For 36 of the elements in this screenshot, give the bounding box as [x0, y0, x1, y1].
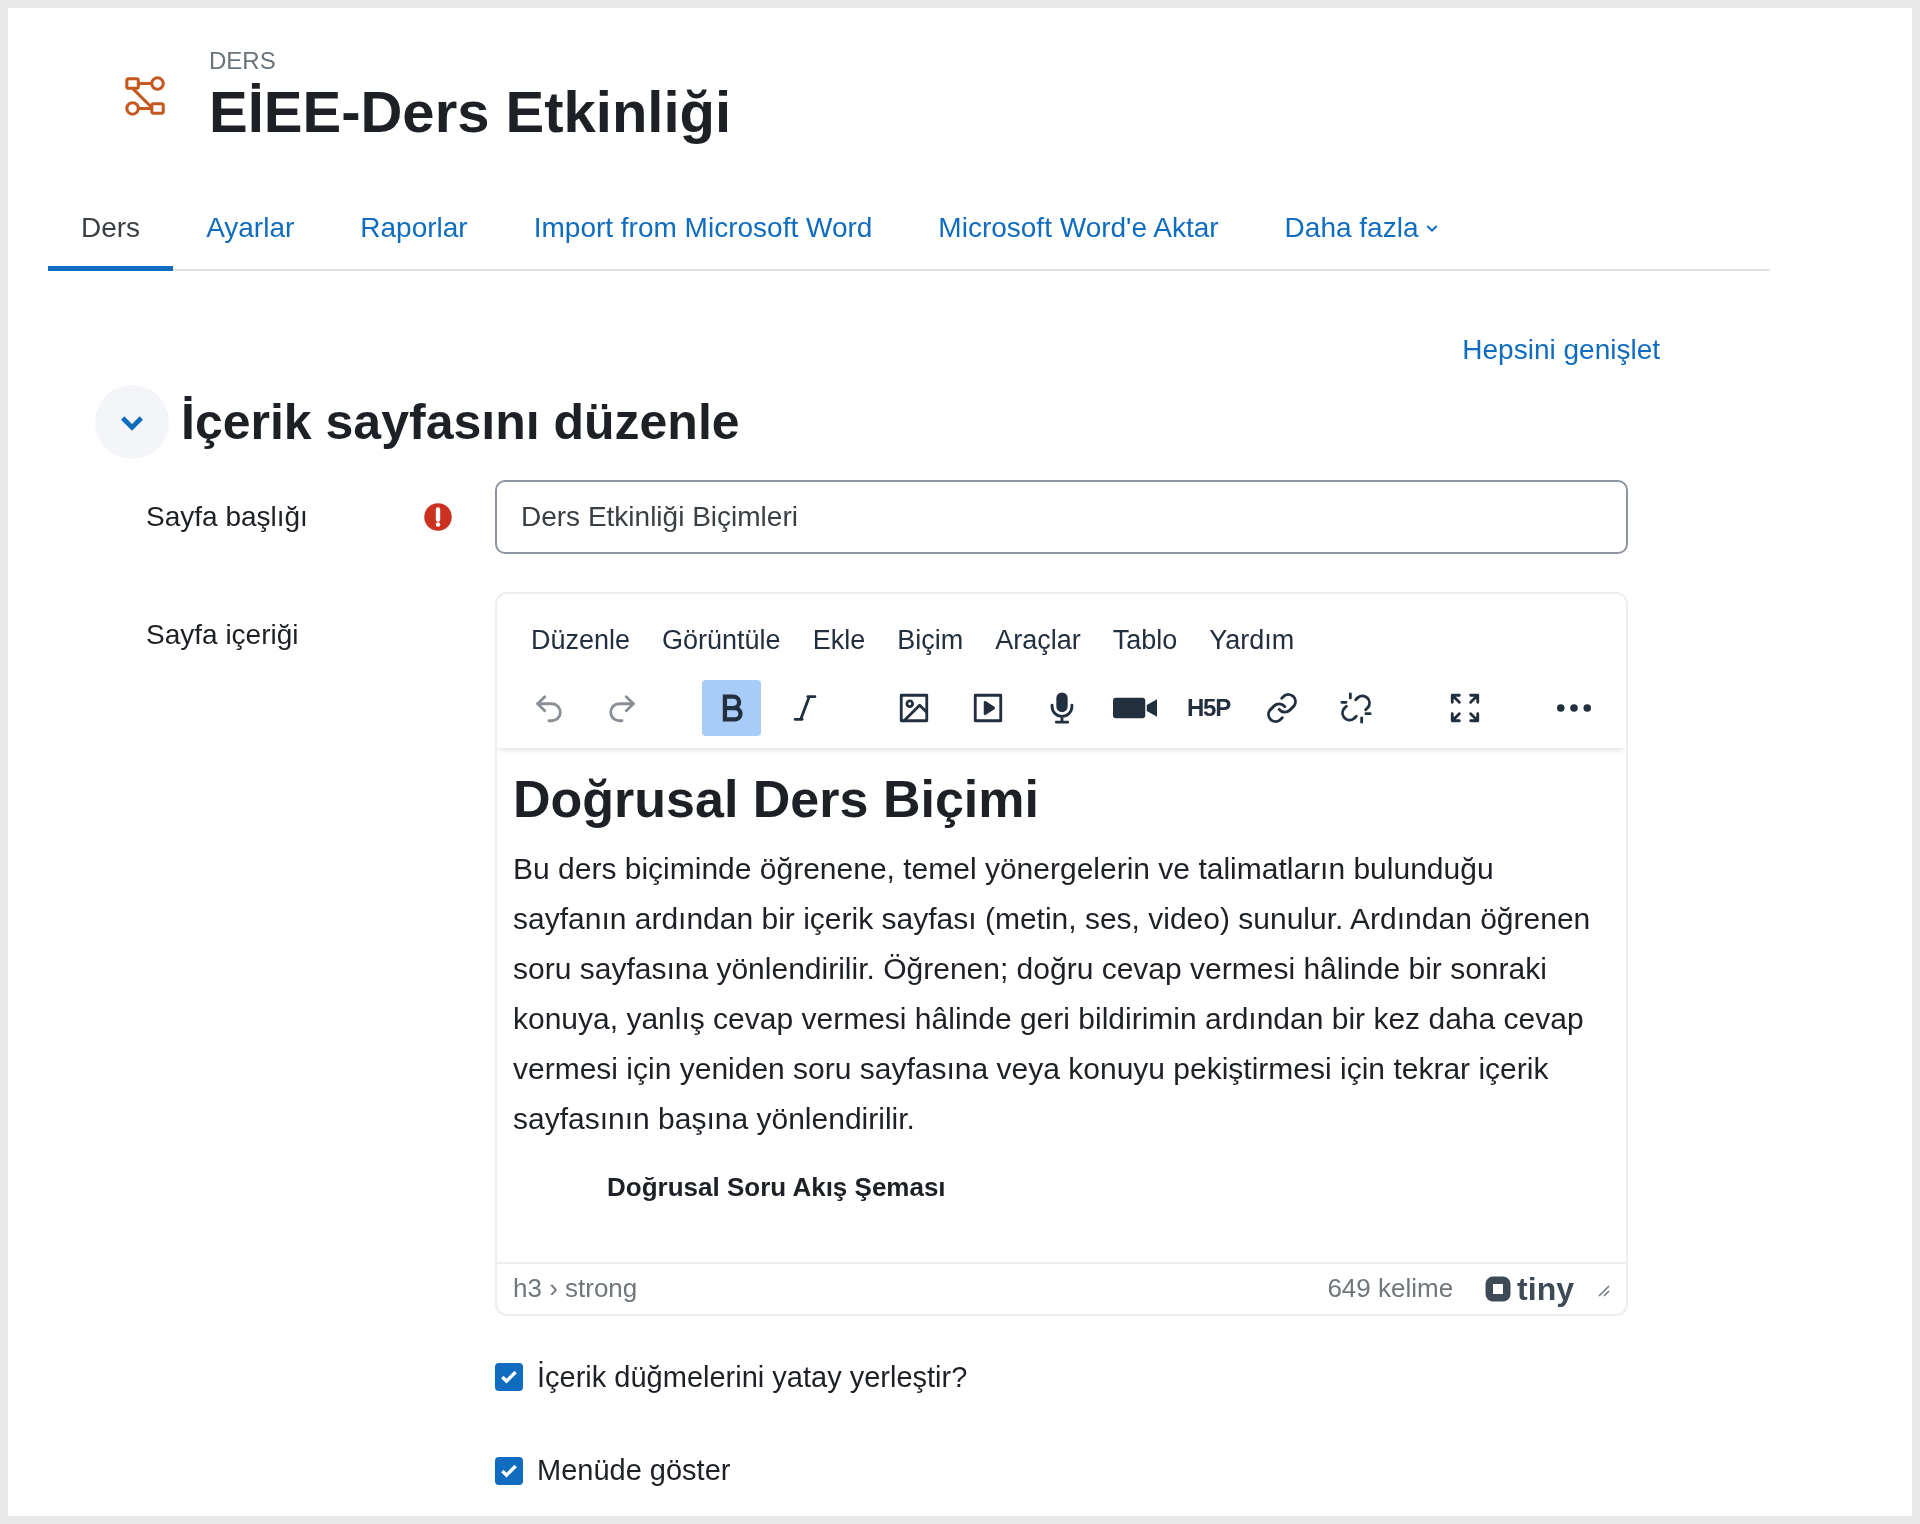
h5p-icon: H5P [1187, 690, 1231, 727]
menu-item[interactable]: Düzenle [519, 613, 643, 667]
content-heading: Doğrusal Ders Biçimi [513, 769, 1040, 831]
nav-tab[interactable]: Ders [48, 190, 174, 271]
content-subheading: Doğrusal Soru Akış Şeması [607, 1170, 947, 1204]
toolbar-button[interactable]: H5P [1178, 680, 1239, 737]
menu-item[interactable]: Görüntüle [650, 613, 793, 667]
menu-item[interactable]: Yardım [1197, 613, 1307, 667]
more-icon [1557, 704, 1592, 713]
menu-item[interactable]: Biçim [885, 613, 976, 667]
tiny-logo[interactable]: tiny [1483, 1264, 1574, 1313]
page-title: EİEE-Ders Etkinliği [209, 79, 732, 146]
section-title: İçerik sayfasını düzenle [181, 392, 740, 452]
page-title-input[interactable]: Ders Etkinliği Biçimleri [495, 479, 1628, 554]
menu-item[interactable]: Tablo [1100, 613, 1190, 667]
checkbox-label: Menüde göster [537, 1453, 731, 1489]
nav-tab[interactable]: Import from Microsoft Word [500, 190, 906, 271]
content-paragraph: Bu ders biçiminde öğrenene, temel yönergelerin ve talimatların bulunduğu sayfanın ardından bir içerik sayfası (metin, ses, video) sunulur. Ardından öğrenen soru sayfasına yönlendirilir. Öğrenen; doğru cevap vermesi hâlinde bir sonraki konuya, yanlış cevap vermesi hâlinde geri bildirimin ardından bir kez daha cevap vermesi için yeniden soru sayfasına veya konuyu pekiştirmesi için tekrar içerik sayfasının başına yönlendirilir. [513, 850, 1592, 1137]
expand-all-link[interactable]: Hepsini genişlet [1462, 328, 1660, 371]
nav-tab[interactable]: Daha fazla [1251, 190, 1474, 271]
menu-item[interactable]: Araçlar [983, 613, 1093, 667]
link-icon [1265, 691, 1300, 726]
checkbox[interactable] [495, 1363, 523, 1392]
field-label: Sayfa içeriği [146, 618, 299, 650]
nav-tab[interactable]: Ayarlar [173, 190, 328, 271]
nav-tab[interactable]: Microsoft Word'e Aktar [905, 190, 1252, 271]
page-eyebrow: DERS [209, 46, 277, 76]
field-label: Sayfa başlığı [146, 499, 308, 534]
nav-tab[interactable]: Raporlar [327, 190, 501, 271]
element-path[interactable]: h3 › strong [513, 1269, 638, 1309]
checkbox[interactable] [495, 1456, 523, 1485]
word-count[interactable]: 649 kelime [1327, 1269, 1454, 1309]
checkbox-label: İçerik düğmelerini yatay yerleştir? [537, 1359, 968, 1395]
menu-item[interactable]: Ekle [800, 613, 878, 667]
toolbar-button[interactable] [701, 680, 762, 737]
unlink-icon [1338, 691, 1373, 726]
